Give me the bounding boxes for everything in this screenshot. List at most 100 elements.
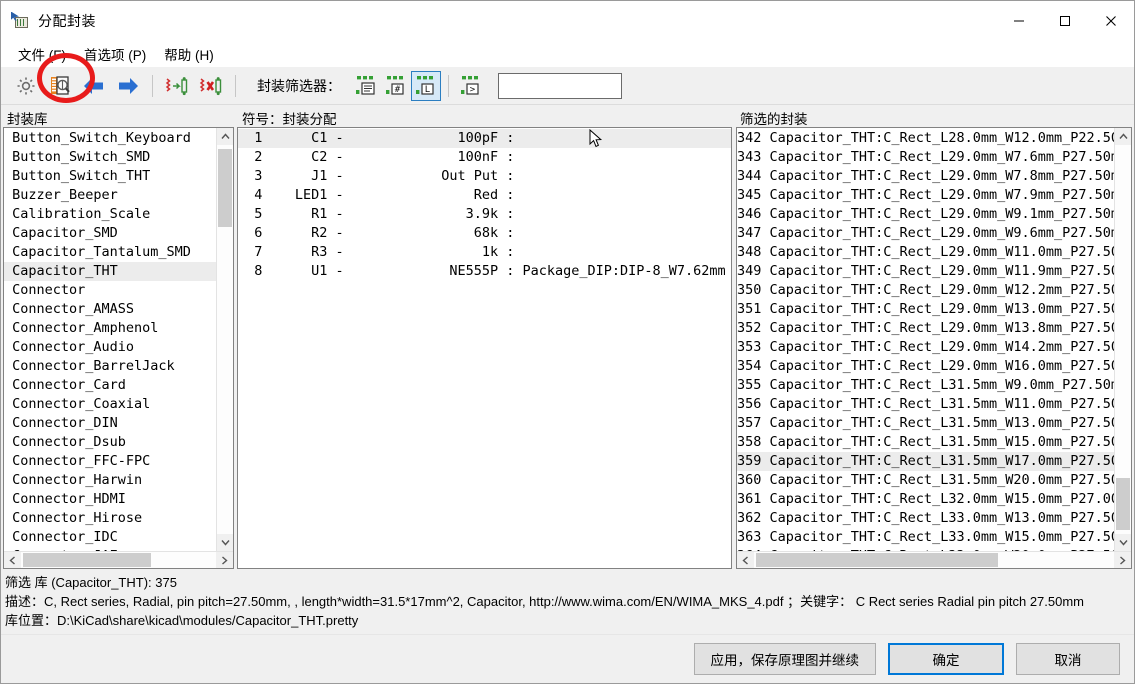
symbol-row[interactable]: 7 R3 - 1k :	[238, 243, 731, 262]
library-list-item[interactable]: Connector_Coaxial	[4, 395, 216, 414]
delete-assignments-icon[interactable]	[194, 70, 228, 102]
minimize-button[interactable]	[996, 1, 1042, 41]
symbols-list[interactable]: 1 C1 - 100pF : 2 C2 - 100nF : 3 J1 - Out…	[238, 128, 731, 568]
cancel-button[interactable]: 取消	[1016, 643, 1120, 675]
library-list-item[interactable]: Connector_DIN	[4, 414, 216, 433]
filter-by-library-icon[interactable]: L	[411, 70, 441, 101]
apply-save-continue-button[interactable]: 应用，保存原理图并继续	[693, 643, 876, 675]
footprint-row[interactable]: 354 Capacitor_THT:C_Rect_L29.0mm_W16.0mm…	[737, 357, 1114, 376]
library-list[interactable]: Button_Switch_Keyboard Button_Switch_SMD…	[4, 128, 216, 551]
symbol-row[interactable]: 4 LED1 - Red :	[238, 186, 731, 205]
menu-help[interactable]: 帮助 (H)	[155, 42, 223, 66]
footprint-row[interactable]: 357 Capacitor_THT:C_Rect_L31.5mm_W13.0mm…	[737, 414, 1114, 433]
footprints-scroll-left-icon[interactable]	[737, 552, 754, 568]
library-hscrollbar[interactable]	[4, 551, 233, 568]
symbol-row[interactable]: 5 R1 - 3.9k :	[238, 205, 731, 224]
footprints-hscroll-track[interactable]	[754, 552, 1114, 568]
library-vscroll-track[interactable]	[217, 144, 233, 534]
library-vscrollbar[interactable]	[216, 127, 233, 551]
symbol-row[interactable]: 3 J1 - Out Put :	[238, 167, 731, 186]
footprint-row[interactable]: 352 Capacitor_THT:C_Rect_L29.0mm_W13.8mm…	[737, 319, 1114, 338]
footprint-row[interactable]: 359 Capacitor_THT:C_Rect_L31.5mm_W17.0mm…	[737, 451, 1114, 471]
library-list-item[interactable]: Capacitor_Tantalum_SMD	[4, 243, 216, 262]
library-list-item[interactable]: Connector_Dsub	[4, 433, 216, 452]
library-vscroll-thumb[interactable]	[218, 148, 232, 227]
footprints-scroll-up-icon[interactable]	[1115, 127, 1131, 145]
filter-by-keyword-icon[interactable]	[351, 71, 381, 101]
assign-footprints-icon[interactable]	[160, 70, 194, 102]
arrow-left-icon[interactable]	[77, 70, 111, 102]
symbol-row[interactable]: 6 R2 - 68k :	[238, 224, 731, 243]
library-scroll-up-icon[interactable]	[217, 127, 233, 145]
footprints-hscrollbar[interactable]	[737, 551, 1131, 568]
footprint-row[interactable]: 358 Capacitor_THT:C_Rect_L31.5mm_W15.0mm…	[737, 433, 1114, 452]
library-list-item[interactable]: Connector_FFC-FPC	[4, 452, 216, 471]
filter-by-text-icon[interactable]: >	[456, 71, 486, 101]
close-button[interactable]	[1088, 1, 1134, 41]
library-list-item[interactable]: Connector_Audio	[4, 338, 216, 357]
library-list-item[interactable]: Connector	[4, 281, 216, 300]
library-list-item[interactable]: Buzzer_Beeper	[4, 186, 216, 205]
library-list-item[interactable]: Capacitor_SMD	[4, 224, 216, 243]
footprints-hscroll-thumb[interactable]	[756, 553, 998, 567]
footprint-row[interactable]: 348 Capacitor_THT:C_Rect_L29.0mm_W11.0mm…	[737, 243, 1114, 262]
symbol-row[interactable]: 8 U1 - NE555P : Package_DIP:DIP-8_W7.62m…	[238, 262, 731, 281]
footprint-row[interactable]: 342 Capacitor_THT:C_Rect_L28.0mm_W12.0mm…	[737, 129, 1114, 148]
footprint-row[interactable]: 356 Capacitor_THT:C_Rect_L31.5mm_W11.0mm…	[737, 395, 1114, 414]
footprints-vscroll-thumb[interactable]	[1116, 478, 1130, 530]
footprint-row[interactable]: 363 Capacitor_THT:C_Rect_L33.0mm_W15.0mm…	[737, 528, 1114, 547]
maximize-button[interactable]	[1042, 1, 1088, 41]
footprints-vscroll-track[interactable]	[1115, 144, 1131, 534]
filter-by-pin-count-icon[interactable]: #	[381, 71, 411, 101]
toolbar-separator-2	[235, 74, 236, 97]
library-list-item[interactable]: Connector_AMASS	[4, 300, 216, 319]
library-list-item[interactable]: Capacitor_THT	[4, 261, 216, 281]
library-hscroll-track[interactable]	[21, 552, 216, 568]
footprint-row[interactable]: 344 Capacitor_THT:C_Rect_L29.0mm_W7.8mm_…	[737, 167, 1114, 186]
footprint-row[interactable]: 346 Capacitor_THT:C_Rect_L29.0mm_W9.1mm_…	[737, 205, 1114, 224]
footprint-row[interactable]: 350 Capacitor_THT:C_Rect_L29.0mm_W12.2mm…	[737, 281, 1114, 300]
footprint-row[interactable]: 349 Capacitor_THT:C_Rect_L29.0mm_W11.9mm…	[737, 262, 1114, 281]
library-list-body: Button_Switch_Keyboard Button_Switch_SMD…	[3, 126, 234, 569]
library-list-item[interactable]: Connector_HDMI	[4, 490, 216, 509]
symbol-row[interactable]: 2 C2 - 100nF :	[238, 148, 731, 167]
footprints-scroll-right-icon[interactable]	[1114, 552, 1131, 568]
library-scroll-right-icon[interactable]	[216, 552, 233, 568]
ok-button[interactable]: 确定	[888, 643, 1004, 675]
mouse-cursor	[589, 128, 603, 154]
library-list-item[interactable]: Connector_IDC	[4, 528, 216, 547]
menu-file[interactable]: 文件 (F)	[9, 42, 75, 66]
footprint-row[interactable]: 345 Capacitor_THT:C_Rect_L29.0mm_W7.9mm_…	[737, 186, 1114, 205]
footprint-row[interactable]: 351 Capacitor_THT:C_Rect_L29.0mm_W13.0mm…	[737, 300, 1114, 319]
footprints-scroll-down-icon[interactable]	[1115, 534, 1131, 551]
footprint-row[interactable]: 361 Capacitor_THT:C_Rect_L32.0mm_W15.0mm…	[737, 490, 1114, 509]
library-hscroll-thumb[interactable]	[23, 553, 151, 567]
library-list-item[interactable]: Connector_Amphenol	[4, 319, 216, 338]
footprint-row[interactable]: 347 Capacitor_THT:C_Rect_L29.0mm_W9.6mm_…	[737, 224, 1114, 243]
footprints-list-area: 342 Capacitor_THT:C_Rect_L28.0mm_W12.0mm…	[737, 127, 1131, 551]
footprints-list[interactable]: 342 Capacitor_THT:C_Rect_L28.0mm_W12.0mm…	[737, 128, 1114, 551]
footprint-row[interactable]: 362 Capacitor_THT:C_Rect_L33.0mm_W13.0mm…	[737, 509, 1114, 528]
library-scroll-left-icon[interactable]	[4, 552, 21, 568]
footprint-row[interactable]: 343 Capacitor_THT:C_Rect_L29.0mm_W7.6mm_…	[737, 148, 1114, 167]
library-list-item[interactable]: Button_Switch_THT	[4, 167, 216, 186]
library-list-item[interactable]: Connector_Card	[4, 376, 216, 395]
library-list-item[interactable]: Calibration_Scale	[4, 205, 216, 224]
footprint-viewer-icon[interactable]	[43, 70, 77, 102]
footprint-row[interactable]: 353 Capacitor_THT:C_Rect_L29.0mm_W14.2mm…	[737, 338, 1114, 357]
footprint-search-input[interactable]	[498, 72, 622, 99]
library-list-item[interactable]: Connector_Harwin	[4, 471, 216, 490]
arrow-right-icon[interactable]	[111, 70, 145, 102]
symbol-row[interactable]: 1 C1 - 100pF :	[238, 129, 731, 148]
symbols-panel-header: 符号：封装分配	[236, 105, 734, 127]
menu-preferences[interactable]: 首选项 (P)	[75, 42, 155, 66]
library-list-item[interactable]: Connector_Hirose	[4, 509, 216, 528]
footprint-row[interactable]: 360 Capacitor_THT:C_Rect_L31.5mm_W20.0mm…	[737, 471, 1114, 490]
library-list-item[interactable]: Button_Switch_Keyboard	[4, 129, 216, 148]
library-scroll-down-icon[interactable]	[217, 534, 233, 551]
library-list-item[interactable]: Button_Switch_SMD	[4, 148, 216, 167]
footprints-vscrollbar[interactable]	[1114, 127, 1131, 551]
gear-icon[interactable]	[9, 70, 43, 102]
library-list-item[interactable]: Connector_BarrelJack	[4, 357, 216, 376]
footprint-row[interactable]: 355 Capacitor_THT:C_Rect_L31.5mm_W9.0mm_…	[737, 376, 1114, 395]
